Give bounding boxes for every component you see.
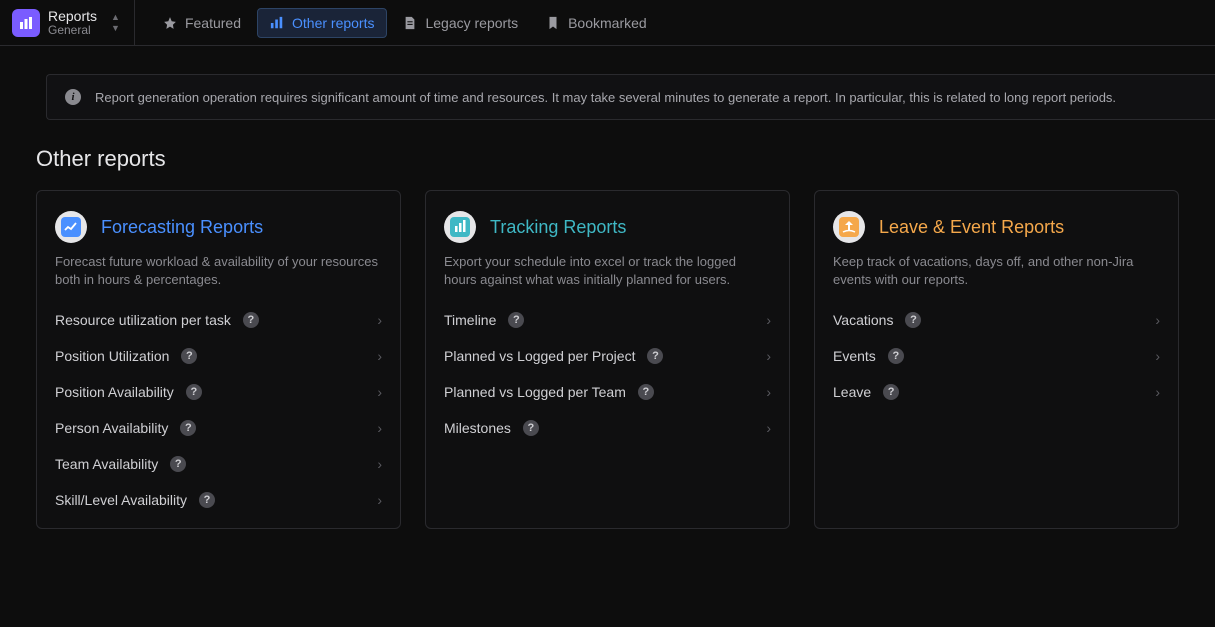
help-icon[interactable]: ? bbox=[508, 312, 524, 328]
card-title: Tracking Reports bbox=[490, 217, 626, 238]
card-tracking: Tracking Reports Export your schedule in… bbox=[425, 190, 790, 529]
help-icon[interactable]: ? bbox=[647, 348, 663, 364]
card-forecasting: Forecasting Reports Forecast future work… bbox=[36, 190, 401, 529]
row-label: Vacations bbox=[833, 312, 893, 328]
card-description: Export your schedule into excel or track… bbox=[444, 253, 771, 288]
bar-chart-icon bbox=[270, 16, 284, 30]
info-text: Report generation operation requires sig… bbox=[95, 90, 1116, 105]
chevron-right-icon: › bbox=[1155, 384, 1160, 400]
report-row[interactable]: Planned vs Logged per Project ? › bbox=[444, 338, 771, 374]
brand-selector[interactable]: Reports General ▲▼ bbox=[12, 0, 135, 45]
card-description: Keep track of vacations, days off, and o… bbox=[833, 253, 1160, 288]
row-label: Milestones bbox=[444, 420, 511, 436]
report-row[interactable]: Planned vs Logged per Team ? › bbox=[444, 374, 771, 410]
card-leave-event: Leave & Event Reports Keep track of vaca… bbox=[814, 190, 1179, 529]
help-icon[interactable]: ? bbox=[523, 420, 539, 436]
report-row[interactable]: Position Availability ? › bbox=[55, 374, 382, 410]
chevron-right-icon: › bbox=[766, 384, 771, 400]
help-icon[interactable]: ? bbox=[199, 492, 215, 508]
row-label: Planned vs Logged per Project bbox=[444, 348, 635, 364]
tab-featured[interactable]: Featured bbox=[151, 9, 253, 37]
report-row[interactable]: Team Availability ? › bbox=[55, 446, 382, 482]
chevron-right-icon: › bbox=[377, 384, 382, 400]
tab-label: Featured bbox=[185, 15, 241, 31]
help-icon[interactable]: ? bbox=[638, 384, 654, 400]
report-row[interactable]: Skill/Level Availability ? › bbox=[55, 482, 382, 518]
help-icon[interactable]: ? bbox=[243, 312, 259, 328]
chevron-right-icon: › bbox=[377, 420, 382, 436]
report-row[interactable]: Person Availability ? › bbox=[55, 410, 382, 446]
chevron-right-icon: › bbox=[766, 312, 771, 328]
row-label: Planned vs Logged per Team bbox=[444, 384, 626, 400]
row-label: Position Utilization bbox=[55, 348, 169, 364]
report-row[interactable]: Timeline ? › bbox=[444, 302, 771, 338]
chevron-right-icon: › bbox=[377, 348, 382, 364]
document-icon bbox=[403, 16, 417, 30]
row-label: Team Availability bbox=[55, 456, 158, 472]
card-title: Leave & Event Reports bbox=[879, 217, 1064, 238]
tabs: Featured Other reports Legacy reports Bo… bbox=[151, 8, 659, 38]
tab-label: Legacy reports bbox=[425, 15, 518, 31]
help-icon[interactable]: ? bbox=[186, 384, 202, 400]
help-icon[interactable]: ? bbox=[888, 348, 904, 364]
chevron-right-icon: › bbox=[1155, 348, 1160, 364]
reports-app-icon bbox=[12, 9, 40, 37]
help-icon[interactable]: ? bbox=[170, 456, 186, 472]
brand-title: Reports bbox=[48, 8, 97, 24]
cards-container: Forecasting Reports Forecast future work… bbox=[0, 190, 1215, 529]
card-title: Forecasting Reports bbox=[101, 217, 263, 238]
row-label: Person Availability bbox=[55, 420, 168, 436]
row-label: Timeline bbox=[444, 312, 496, 328]
row-label: Position Availability bbox=[55, 384, 174, 400]
report-row[interactable]: Events ? › bbox=[833, 338, 1160, 374]
forecasting-icon bbox=[55, 211, 87, 243]
report-row[interactable]: Position Utilization ? › bbox=[55, 338, 382, 374]
card-description: Forecast future workload & availability … bbox=[55, 253, 382, 288]
chevron-right-icon: › bbox=[766, 348, 771, 364]
chevron-right-icon: › bbox=[1155, 312, 1160, 328]
chevron-right-icon: › bbox=[377, 312, 382, 328]
row-label: Events bbox=[833, 348, 876, 364]
tracking-icon bbox=[444, 211, 476, 243]
bookmark-icon bbox=[546, 16, 560, 30]
tab-legacy-reports[interactable]: Legacy reports bbox=[391, 9, 530, 37]
page-title: Other reports bbox=[36, 146, 1215, 172]
help-icon[interactable]: ? bbox=[181, 348, 197, 364]
star-icon bbox=[163, 16, 177, 30]
help-icon[interactable]: ? bbox=[905, 312, 921, 328]
chevron-right-icon: › bbox=[766, 420, 771, 436]
report-row[interactable]: Milestones ? › bbox=[444, 410, 771, 446]
leave-event-icon bbox=[833, 211, 865, 243]
help-icon[interactable]: ? bbox=[883, 384, 899, 400]
chevron-right-icon: › bbox=[377, 456, 382, 472]
row-label: Skill/Level Availability bbox=[55, 492, 187, 508]
tab-other-reports[interactable]: Other reports bbox=[257, 8, 387, 38]
brand-subtitle: General bbox=[48, 24, 97, 38]
tab-bookmarked[interactable]: Bookmarked bbox=[534, 9, 659, 37]
chevron-right-icon: › bbox=[377, 492, 382, 508]
report-row[interactable]: Resource utilization per task ? › bbox=[55, 302, 382, 338]
info-banner: i Report generation operation requires s… bbox=[46, 74, 1215, 120]
updown-icon: ▲▼ bbox=[111, 13, 120, 33]
report-row[interactable]: Leave ? › bbox=[833, 374, 1160, 410]
info-icon: i bbox=[65, 89, 81, 105]
report-row[interactable]: Vacations ? › bbox=[833, 302, 1160, 338]
tab-label: Other reports bbox=[292, 15, 374, 31]
help-icon[interactable]: ? bbox=[180, 420, 196, 436]
row-label: Resource utilization per task bbox=[55, 312, 231, 328]
row-label: Leave bbox=[833, 384, 871, 400]
topbar: Reports General ▲▼ Featured Other report… bbox=[0, 0, 1215, 46]
tab-label: Bookmarked bbox=[568, 15, 647, 31]
